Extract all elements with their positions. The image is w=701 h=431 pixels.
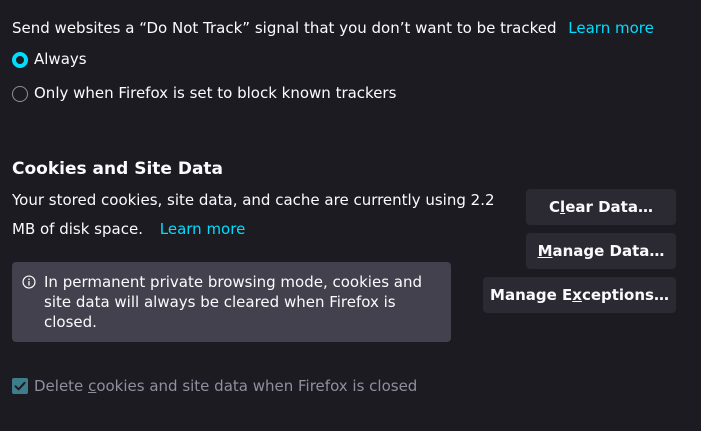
dnt-block-trackers-radio[interactable] (12, 86, 28, 102)
dnt-description-row: Send websites a “Do Not Track” signal th… (12, 18, 654, 38)
cookies-usage-line-2: MB of disk space. (12, 220, 143, 238)
delete-cookies-label-post: ookies and site data when Firefox is clo… (96, 377, 418, 395)
manage-exceptions-label-post: ceptions… (581, 286, 669, 304)
info-icon (22, 275, 36, 289)
cookies-learn-more-link[interactable]: Learn more (160, 220, 246, 238)
manage-exceptions-label-pre: Manage E (490, 286, 573, 304)
dnt-learn-more-link[interactable]: Learn more (568, 19, 654, 37)
delete-cookies-label-pre: Delete (34, 377, 89, 395)
manage-exceptions-accesskey: x (572, 286, 582, 304)
manage-data-button[interactable]: Manage Data… (526, 233, 676, 269)
cookies-usage-line-2-row: MB of disk space. Learn more (12, 219, 245, 239)
manage-data-accesskey: M (537, 242, 553, 260)
dnt-always-label[interactable]: Always (34, 49, 87, 69)
dnt-always-radio[interactable] (12, 52, 28, 68)
delete-cookies-checkbox[interactable] (12, 378, 28, 394)
clear-data-label-pre: C (549, 198, 561, 216)
private-browsing-notice-text: In permanent private browsing mode, cook… (44, 273, 422, 331)
dnt-block-trackers-label[interactable]: Only when Firefox is set to block known … (34, 83, 396, 103)
checkmark-icon (14, 381, 26, 391)
private-browsing-notice: In permanent private browsing mode, cook… (12, 262, 451, 342)
manage-data-label-post: anage Data… (552, 242, 665, 260)
clear-data-label-post: ear Data… (565, 198, 653, 216)
cookies-heading: Cookies and Site Data (12, 159, 224, 179)
cookies-usage-line-1: Your stored cookies, site data, and cach… (12, 191, 495, 209)
dnt-description: Send websites a “Do Not Track” signal th… (12, 19, 557, 37)
clear-data-button[interactable]: Cl ear Data… (526, 189, 676, 225)
manage-exceptions-button[interactable]: Manage Ex ceptions… (483, 277, 676, 313)
delete-cookies-label[interactable]: Delete cookies and site data when Firefo… (34, 376, 417, 396)
